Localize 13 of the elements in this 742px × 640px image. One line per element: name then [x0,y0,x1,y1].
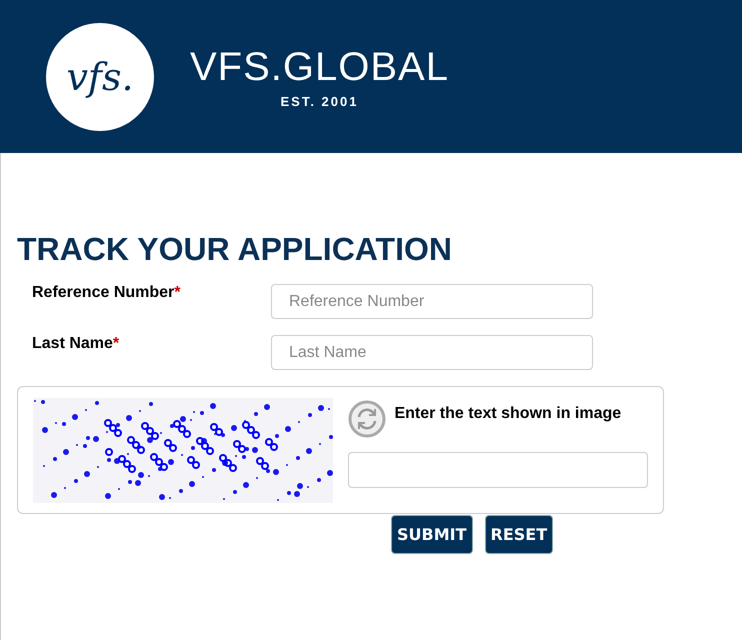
submit-button[interactable]: SUBMIT [391,515,472,554]
reset-button[interactable]: RESET [484,515,554,554]
brand-tagline: EST. 2001 [280,94,358,108]
page-title: TRACK YOUR APPLICATION [17,231,453,268]
captcha-input[interactable] [348,452,648,488]
brand-name: VFS.GLOBAL [190,44,449,90]
captcha-prompt: Enter the text shown in image [393,404,622,424]
field-label: Last Name* [32,335,120,353]
input-field[interactable]: Last Name [271,335,593,370]
field-label: Reference Number* [32,284,182,302]
refresh-icon[interactable] [348,400,386,438]
logo-mark: vfs. [66,54,134,98]
input-field[interactable]: Reference Number [271,284,593,319]
